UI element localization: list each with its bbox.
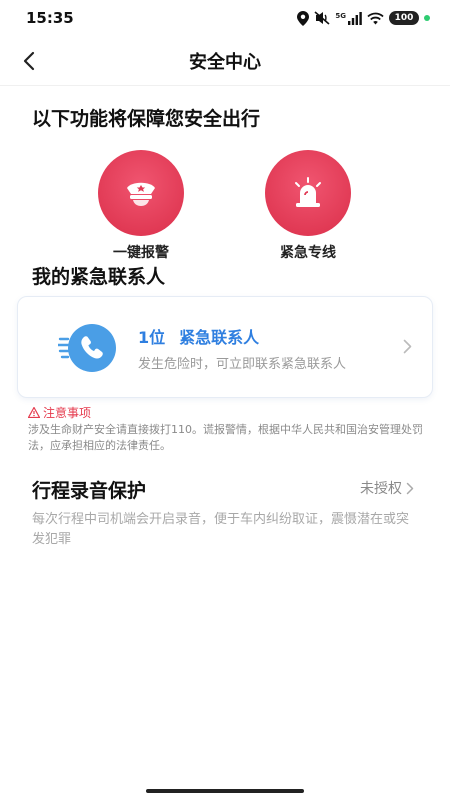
contact-title: 1位 紧急联系人 bbox=[138, 324, 259, 348]
home-indicator[interactable] bbox=[146, 789, 304, 793]
recording-section-title: 行程录音保护 bbox=[32, 480, 147, 502]
network-label: 5G bbox=[335, 11, 346, 20]
page-title: 安全中心 bbox=[189, 51, 261, 73]
recording-status: 未授权 bbox=[360, 481, 402, 497]
one-key-alarm-circle bbox=[98, 150, 184, 236]
wifi-icon bbox=[367, 12, 384, 24]
status-bar: 15:35 5G 100 bbox=[0, 0, 450, 36]
contact-count: 1位 bbox=[138, 328, 166, 347]
emergency-line-button[interactable]: 紧急专线 bbox=[253, 150, 363, 262]
notice-title: 注意事项 bbox=[43, 406, 92, 420]
chevron-right-icon bbox=[403, 339, 412, 354]
recording-description: 每次行程中司机端会开启录音，便于车内纠纷取证，震慑潜在或突发犯罪 bbox=[32, 512, 410, 547]
one-key-alarm-label: 一键报警 bbox=[113, 245, 169, 261]
notice-header: 注意事项 bbox=[28, 404, 91, 421]
privacy-dot bbox=[424, 15, 430, 21]
warning-icon bbox=[28, 407, 40, 418]
safety-center-page: 15:35 5G 100 安全中心 以下功能将保障您安全出行 一键报警 紧急专线… bbox=[0, 0, 450, 800]
location-icon bbox=[297, 10, 310, 26]
status-icons: 5G 100 bbox=[297, 10, 430, 26]
recording-authorize-button[interactable]: 未授权 bbox=[360, 478, 414, 498]
status-time: 15:35 bbox=[26, 9, 74, 27]
emergency-line-label: 紧急专线 bbox=[280, 245, 336, 261]
emergency-contact-card[interactable]: 1位 紧急联系人 发生危险时，可立即联系紧急联系人 bbox=[17, 296, 433, 398]
battery-icon: 100 bbox=[389, 11, 419, 25]
signal-icon bbox=[348, 11, 362, 25]
features-section-title: 以下功能将保障您安全出行 bbox=[32, 108, 261, 130]
contacts-section-title: 我的紧急联系人 bbox=[32, 266, 166, 288]
nav-bar: 安全中心 bbox=[0, 36, 450, 86]
mute-icon bbox=[314, 11, 330, 25]
contact-label: 紧急联系人 bbox=[179, 328, 260, 347]
emergency-line-circle bbox=[265, 150, 351, 236]
back-button[interactable] bbox=[14, 46, 44, 76]
chevron-right-icon bbox=[406, 482, 414, 494]
police-cap-icon bbox=[127, 182, 155, 206]
chevron-left-icon bbox=[23, 51, 35, 71]
notice-text: 涉及生命财产安全请直接拨打110。谎报警情，根据中华人民共和国治安管理处罚法，应… bbox=[28, 423, 423, 452]
one-key-alarm-button[interactable]: 一键报警 bbox=[86, 150, 196, 262]
phone-icon bbox=[58, 324, 116, 372]
contact-description: 发生危险时，可立即联系紧急联系人 bbox=[138, 357, 347, 372]
siren-icon bbox=[295, 177, 321, 207]
